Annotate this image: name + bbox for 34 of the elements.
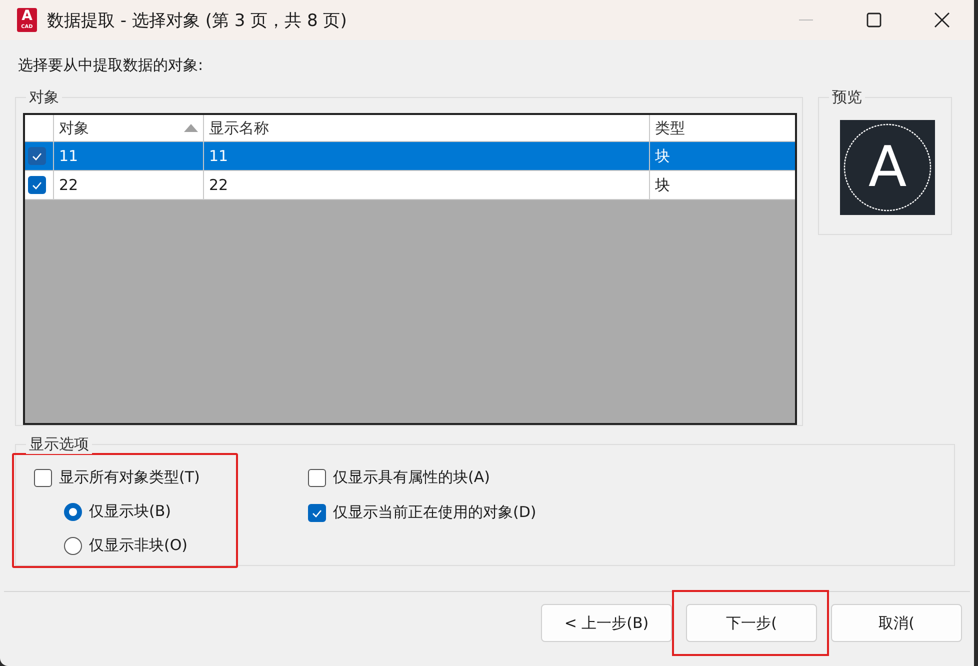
- column-header[interactable]: 显示名称: [204, 115, 650, 141]
- close-icon[interactable]: [932, 10, 952, 30]
- instruction-text: 选择要从中提取数据的对象:: [18, 56, 204, 76]
- table-row[interactable]: 11 11 块: [25, 142, 795, 171]
- table-cell: 11: [54, 142, 204, 170]
- radio-button[interactable]: [64, 502, 82, 520]
- wizard-button[interactable]: 取消(: [831, 604, 962, 642]
- option-label[interactable]: 显示所有对象类型(T): [59, 468, 200, 487]
- maximize-icon[interactable]: [864, 10, 884, 30]
- checkbox[interactable]: [28, 176, 46, 194]
- option-label[interactable]: 仅显示具有属性的块(A): [333, 468, 490, 487]
- block-preview: A: [840, 120, 935, 215]
- group-label: 对象: [26, 87, 62, 107]
- option-label[interactable]: 仅显示非块(O): [89, 536, 188, 555]
- table-cell: 22: [204, 171, 650, 199]
- wizard-button[interactable]: < 上一步(B): [541, 604, 672, 642]
- checkbox[interactable]: [34, 468, 52, 486]
- radio-button[interactable]: [64, 536, 82, 554]
- group-label: 显示选项: [26, 434, 92, 454]
- window-title: 数据提取 - 选择对象 (第 3 页，共 8 页): [47, 10, 348, 32]
- table-row[interactable]: 22 22 块: [25, 171, 795, 200]
- table-cell-text: 块: [654, 146, 671, 166]
- column-header[interactable]: 类型: [650, 115, 795, 141]
- wizard-button[interactable]: 下一步(: [686, 604, 817, 642]
- checkbox[interactable]: [308, 468, 326, 486]
- checkbox[interactable]: [28, 147, 46, 165]
- table-cell: 22: [54, 171, 204, 199]
- option-label[interactable]: 仅显示块(B): [89, 502, 171, 521]
- group-label: 预览: [829, 87, 865, 107]
- table-cell-text: 块: [654, 174, 671, 196]
- checkbox[interactable]: [308, 504, 326, 522]
- column-header[interactable]: 对象: [54, 115, 204, 141]
- option-label[interactable]: 仅显示当前正在使用的对象(D): [333, 503, 536, 522]
- table-cell: 11: [204, 142, 650, 170]
